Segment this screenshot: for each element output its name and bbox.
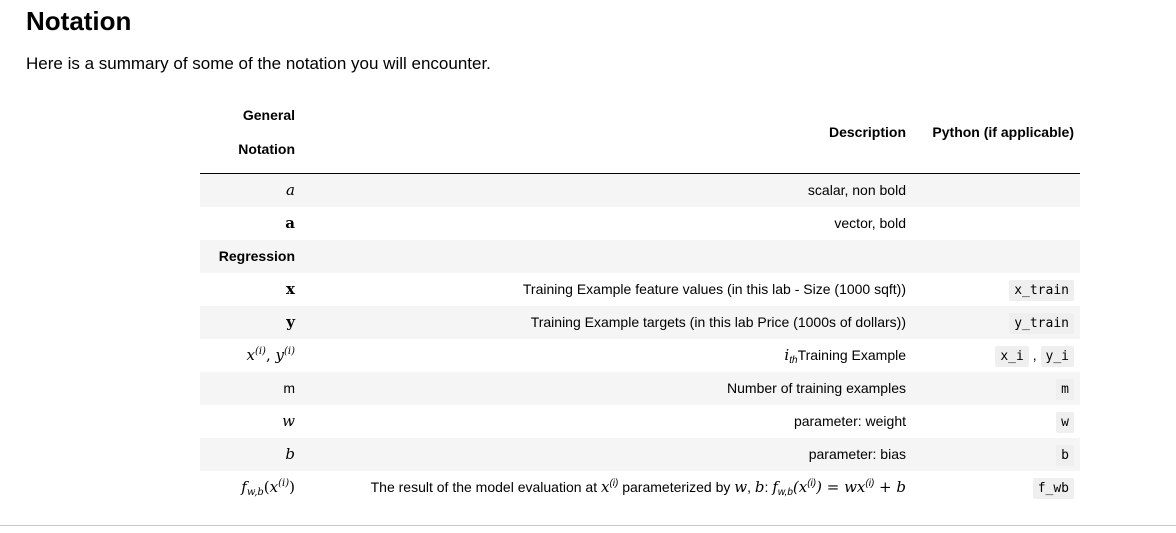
fwb-eq-wx-superscript: (i)	[865, 478, 875, 489]
scalar-a-symbol: a	[286, 181, 295, 199]
code-y-train: y_train	[1009, 312, 1074, 334]
xi-yi-separator: ,	[265, 346, 276, 364]
code-b: b	[1056, 444, 1074, 466]
python-cell: x_i , y_i	[912, 339, 1080, 372]
yi-superscript: (i)	[283, 346, 295, 357]
x-vector-symbol: x	[286, 280, 295, 298]
vector-a-symbol: a	[285, 214, 295, 232]
w-symbol: w	[282, 412, 295, 430]
table-row: y Training Example targets (in this lab …	[200, 305, 1080, 339]
fwb-desc-w: w	[734, 478, 748, 496]
table-row: m Number of training examples m	[200, 371, 1080, 405]
fwb-desc-part1: The result of the model evaluation at	[370, 479, 601, 495]
bottom-divider	[0, 525, 1176, 526]
symbol-cell: a	[200, 207, 301, 240]
fwb-eq-equals: =	[821, 478, 845, 496]
python-cell	[912, 207, 1080, 240]
fwb-close-paren: )	[289, 478, 295, 496]
m-symbol: m	[283, 380, 295, 396]
header-general-notation: General Notation	[200, 91, 301, 174]
table-header: General Notation Description Python (if …	[200, 91, 1080, 174]
page-title: Notation	[26, 6, 132, 36]
symbol-cell: b	[200, 437, 301, 471]
notation-table: General Notation Description Python (if …	[200, 91, 1080, 504]
code-w: w	[1056, 411, 1074, 433]
symbol-cell: w	[200, 405, 301, 438]
python-separator: ,	[1032, 346, 1037, 363]
xi-base: x	[246, 346, 255, 364]
fwb-eq-subscript: w,b	[777, 487, 793, 498]
symbol-cell: x(i), y(i)	[200, 339, 301, 372]
description-cell: ithTraining Example	[301, 339, 912, 372]
intro-text: Here is a summary of some of the notatio…	[26, 54, 491, 73]
fwb-subscript: w,b	[246, 487, 264, 498]
xi-superscript: (i)	[254, 346, 266, 357]
table-row-section: Regression	[200, 239, 1080, 273]
table-row: a vector, bold	[200, 207, 1080, 240]
fwb-x: x	[269, 478, 279, 496]
python-cell: x_train	[912, 273, 1080, 306]
symbol-cell: fw,b(x(i))	[200, 471, 301, 504]
description-cell: Number of training examples	[301, 371, 912, 405]
ith-subscript: th	[789, 355, 798, 366]
regression-section-label: Regression	[200, 239, 301, 273]
y-vector-symbol: y	[286, 313, 295, 331]
header-general: General	[242, 106, 295, 123]
fwb-eq-b: b	[896, 478, 906, 496]
fwb-eq-x: x	[798, 478, 808, 496]
python-cell: f_wb	[912, 471, 1080, 504]
code-y-i: y_i	[1040, 345, 1074, 367]
description-cell: vector, bold	[834, 215, 906, 231]
ith-text: Training Example	[797, 347, 906, 363]
fwb-superscript: (i)	[278, 478, 290, 489]
code-f-wb: f_wb	[1032, 477, 1074, 499]
symbol-cell: a	[200, 173, 301, 207]
description-cell: Training Example feature values (in this…	[522, 281, 906, 297]
description-cell: Training Example targets (in this lab Pr…	[301, 305, 912, 339]
python-cell	[912, 173, 1080, 207]
python-cell: y_train	[912, 305, 1080, 339]
symbol-cell: m	[200, 371, 301, 405]
code-m: m	[1056, 378, 1074, 400]
table-row: x Training Example feature values (in th…	[200, 273, 1080, 306]
symbol-cell: y	[200, 305, 301, 339]
fwb-desc-b: b	[754, 478, 765, 496]
description-cell: scalar, non bold	[301, 173, 912, 207]
header-notation: Notation	[238, 140, 295, 157]
description-cell: The result of the model evaluation at x(…	[301, 471, 912, 504]
fwb-eq-wx: wx	[844, 478, 866, 496]
description-cell: parameter: weight	[793, 413, 906, 429]
fwb-eq-x-superscript: (i)	[807, 478, 817, 489]
symbol-cell: x	[200, 273, 301, 306]
table-row: w parameter: weight w	[200, 405, 1080, 438]
table-row: a scalar, non bold	[200, 173, 1080, 207]
table-row: x(i), y(i) ithTraining Example x_i , y_i	[200, 339, 1080, 372]
code-x-i: x_i	[995, 345, 1029, 367]
python-cell: w	[912, 405, 1080, 438]
code-x-train: x_train	[1009, 279, 1074, 301]
fwb-desc-part2: parameterized by	[618, 479, 735, 495]
fwb-desc-comma: ,	[747, 479, 755, 495]
fwb-eq-plus: +	[874, 478, 897, 496]
python-cell: b	[912, 437, 1080, 471]
table-row: b parameter: bias b	[200, 437, 1080, 471]
header-row: General Notation Description Python (if …	[200, 91, 1080, 174]
python-cell: m	[912, 371, 1080, 405]
header-description: Description	[301, 91, 912, 174]
yi-base: y	[275, 346, 284, 364]
table-row: fw,b(x(i)) The result of the model evalu…	[200, 471, 1080, 504]
description-cell: parameter: bias	[301, 437, 912, 471]
description-cell	[301, 239, 912, 273]
fwb-desc-x-superscript: (i)	[609, 478, 619, 489]
b-symbol: b	[285, 445, 295, 463]
python-cell	[912, 239, 1080, 273]
header-python: Python (if applicable)	[912, 91, 1080, 174]
